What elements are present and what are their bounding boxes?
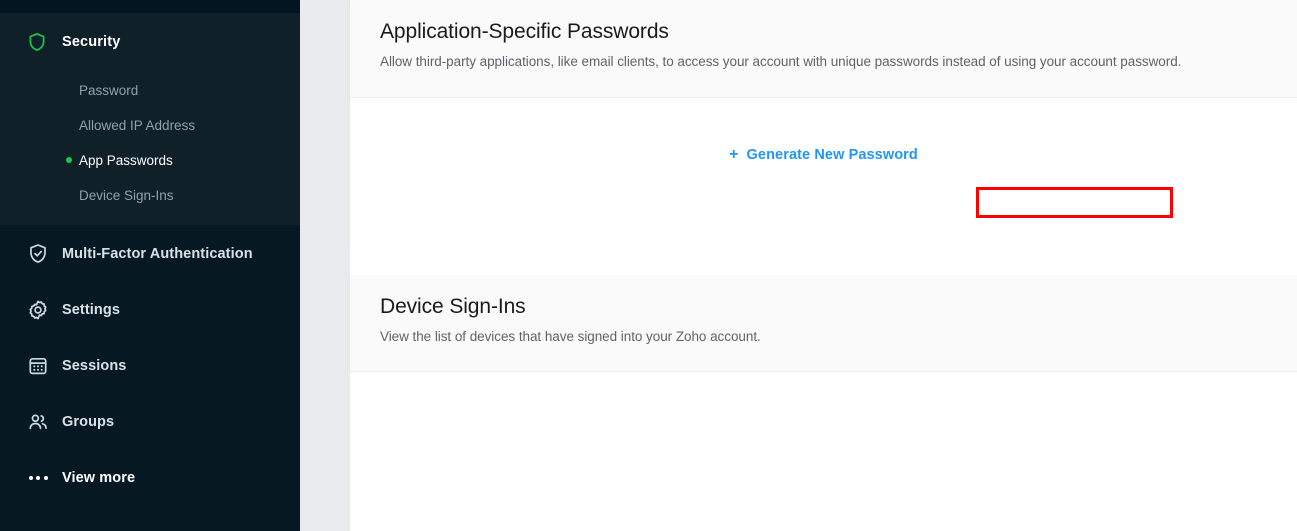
main-content: Application-Specific Passwords Allow thi… <box>300 0 1297 531</box>
generate-new-password-button[interactable]: + Generate New Password <box>723 144 924 166</box>
card-header: Device Sign-Ins View the list of devices… <box>350 275 1297 372</box>
plus-icon: + <box>729 146 739 163</box>
card-body <box>350 372 1297 531</box>
generate-password-area: + Generate New Password <box>350 144 1297 166</box>
sidebar-subitem-label: Device Sign-Ins <box>79 187 174 203</box>
sidebar-item-view-more[interactable]: View more <box>0 463 300 493</box>
sidebar-subitem-device-sign-ins[interactable]: Device Sign-Ins <box>0 183 300 207</box>
sidebar-item-label: Groups <box>62 414 115 430</box>
app-root: Security Password Allowed IP Address App… <box>0 0 1297 531</box>
section-title: Device Sign-Ins <box>380 295 526 318</box>
sidebar-subitem-label: Password <box>79 82 139 98</box>
calendar-grid-icon <box>26 354 50 378</box>
sidebar-item-settings[interactable]: Settings <box>0 295 300 325</box>
sidebar-item-label: Sessions <box>62 358 127 374</box>
sidebar-subitem-allowed-ip-address[interactable]: Allowed IP Address <box>0 113 300 137</box>
gear-icon <box>26 298 50 322</box>
sidebar-item-multi-factor-authentication[interactable]: Multi-Factor Authentication <box>0 239 300 269</box>
active-dot-icon <box>66 157 72 163</box>
sidebar-item-label: Multi-Factor Authentication <box>62 246 253 262</box>
card-device-sign-ins: Device Sign-Ins View the list of devices… <box>350 275 1297 531</box>
shield-check-icon <box>26 242 50 266</box>
sidebar-topbar <box>0 0 300 13</box>
sidebar-subitem-password[interactable]: Password <box>0 78 300 102</box>
sidebar-item-label: Security <box>62 34 121 50</box>
card-subtitle: View the list of devices that have signe… <box>380 329 761 345</box>
sidebar-subitem-label: App Passwords <box>79 152 173 168</box>
card-header: Application-Specific Passwords Allow thi… <box>350 0 1297 98</box>
ellipsis-icon <box>26 466 50 490</box>
people-icon <box>26 410 50 434</box>
sidebar-item-sessions[interactable]: Sessions <box>0 351 300 381</box>
card-application-specific-passwords: Application-Specific Passwords Allow thi… <box>350 0 1297 341</box>
sidebar-item-groups[interactable]: Groups <box>0 407 300 437</box>
sidebar-subitem-label: Allowed IP Address <box>79 117 196 133</box>
page-title: Application-Specific Passwords <box>380 20 669 43</box>
sidebar: Security Password Allowed IP Address App… <box>0 0 300 531</box>
sidebar-subitem-app-passwords[interactable]: App Passwords <box>0 148 300 172</box>
sidebar-item-label: View more <box>62 470 136 486</box>
sidebar-item-label: Settings <box>62 302 120 318</box>
sidebar-item-security[interactable]: Security <box>0 28 300 56</box>
card-subtitle: Allow third-party applications, like ema… <box>380 54 1182 70</box>
generate-new-password-label: Generate New Password <box>746 147 918 163</box>
shield-icon <box>26 31 48 53</box>
